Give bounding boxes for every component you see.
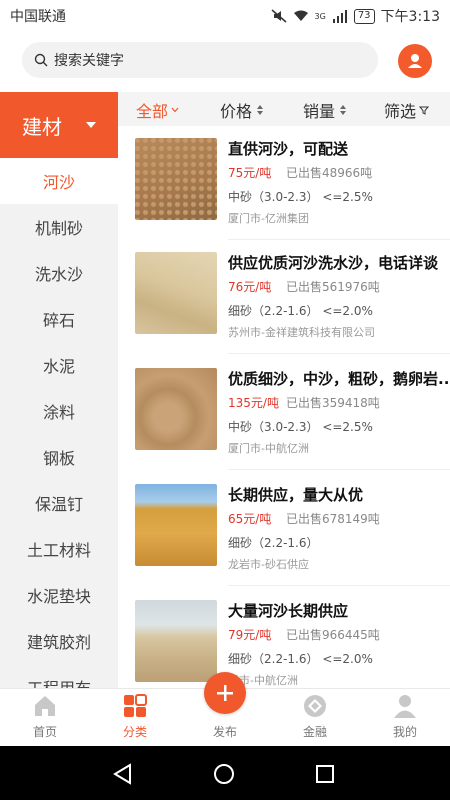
network-type-label: 3G	[314, 11, 326, 21]
product-price: 65元/吨	[228, 512, 272, 526]
product-spec: 中砂（3.0-2.3） <=2.5%	[228, 420, 373, 434]
search-placeholder: 搜索关键字	[54, 53, 124, 69]
tab-home-label: 首页	[32, 725, 57, 739]
divider	[228, 353, 450, 354]
product-sold-count: 已出售561976吨	[286, 280, 380, 294]
product-card[interactable]: 大量河沙长期供应 79元/吨 已出售966445吨 细砂（2.2-1.6） <=…	[118, 588, 450, 688]
category-group-label: 建材	[22, 114, 62, 139]
sidebar-item-engineering-cloth[interactable]: 工程用布	[0, 664, 118, 688]
product-thumbnail	[135, 138, 217, 220]
tab-mine-label: 我的	[392, 725, 417, 739]
category-sidebar: 建材 河沙 机制砂 洗水沙 碎石 水泥 涂料 钢板 保温钉 土工材料 水泥垫块 …	[0, 92, 118, 688]
product-card[interactable]: 优质细沙，中沙，粗砂，鹅卵岩... 135元/吨 已出售359418吨 中砂（3…	[118, 356, 450, 470]
product-spec: 细砂（2.2-1.6） <=2.0%	[228, 304, 373, 318]
back-icon[interactable]	[112, 763, 134, 785]
tab-home[interactable]: 首页	[0, 693, 90, 745]
category-group-dropdown[interactable]: 建材	[0, 92, 118, 158]
user-avatar-button[interactable]	[398, 44, 432, 78]
product-spec: 细砂（2.2-1.6） <=2.0%	[228, 652, 373, 666]
product-thumbnail	[135, 600, 217, 682]
sidebar-item-insulation-nail[interactable]: 保温钉	[0, 480, 118, 526]
filter-sales[interactable]: 销量	[303, 98, 347, 122]
filter-price-label: 价格	[220, 102, 253, 121]
tab-finance-label: 金融	[302, 725, 327, 739]
wifi-icon	[293, 10, 308, 21]
product-sold-count: 已出售678149吨	[286, 512, 380, 526]
clock: 下午3:13	[380, 9, 440, 25]
sidebar-item-geo-material[interactable]: 土工材料	[0, 526, 118, 572]
sidebar-item-steel-plate[interactable]: 钢板	[0, 434, 118, 480]
product-thumbnail	[135, 368, 217, 450]
sidebar-item-cement-spacer[interactable]: 水泥垫块	[0, 572, 118, 618]
diamond-icon	[304, 695, 326, 717]
product-list: 直供河沙，可配送 75元/吨 已出售48966吨 中砂（3.0-2.3） <=2…	[118, 126, 450, 688]
tab-mine[interactable]: 我的	[360, 693, 450, 745]
product-seller: 龙岩市-砂石供应	[228, 558, 309, 571]
product-title: 大量河沙长期供应	[228, 602, 349, 620]
product-card[interactable]: 供应优质河沙洗水沙，电话详谈 76元/吨 已出售561976吨 细砂（2.2-1…	[118, 240, 450, 354]
filter-screen[interactable]: 筛选	[384, 98, 430, 122]
chevron-down-icon	[171, 107, 179, 113]
product-title: 直供河沙，可配送	[228, 140, 349, 158]
product-price: 75元/吨	[228, 166, 272, 180]
product-seller: 厦门市-亿洲集团	[228, 212, 309, 225]
search-icon	[34, 53, 48, 67]
sort-icon	[340, 105, 347, 115]
home-icon	[35, 696, 55, 716]
filter-sales-label: 销量	[303, 102, 336, 121]
recents-icon[interactable]	[314, 763, 336, 785]
product-sold-count: 已出售966445吨	[286, 628, 380, 642]
sort-icon	[257, 105, 264, 115]
product-title: 长期供应，量大从优	[228, 486, 364, 504]
carrier-name: 中国联通	[10, 9, 66, 25]
publish-fab-button[interactable]	[204, 672, 246, 714]
search-input[interactable]: 搜索关键字	[22, 42, 378, 78]
plus-icon	[217, 685, 233, 701]
system-navigation-bar	[0, 746, 450, 800]
product-title: 供应优质河沙洗水沙，电话详谈	[228, 254, 439, 272]
divider	[228, 469, 450, 470]
filter-screen-label: 筛选	[384, 102, 417, 121]
tab-publish-label: 发布	[212, 725, 237, 739]
sidebar-item-adhesive[interactable]: 建筑胶剂	[0, 618, 118, 664]
product-sold-count: 已出售48966吨	[286, 166, 373, 180]
product-title: 优质细沙，中沙，粗砂，鹅卵岩...	[228, 370, 448, 388]
product-seller: 苏州市-金祥建筑科技有限公司	[228, 326, 375, 339]
chevron-down-icon	[86, 122, 96, 128]
mute-icon	[271, 9, 287, 23]
user-icon	[408, 54, 422, 68]
tab-finance[interactable]: 金融	[270, 693, 360, 745]
product-card[interactable]: 长期供应，量大从优 65元/吨 已出售678149吨 细砂（2.2-1.6） 龙…	[118, 472, 450, 586]
product-card[interactable]: 直供河沙，可配送 75元/吨 已出售48966吨 中砂（3.0-2.3） <=2…	[118, 126, 450, 240]
home-circle-icon[interactable]	[213, 763, 235, 785]
filter-price[interactable]: 价格	[220, 98, 264, 122]
funnel-icon	[419, 106, 430, 115]
product-price: 76元/吨	[228, 280, 272, 294]
sidebar-item-paint[interactable]: 涂料	[0, 388, 118, 434]
sidebar-item-river-sand[interactable]: 河沙	[0, 158, 118, 204]
product-price: 135元/吨	[228, 396, 279, 410]
sidebar-item-machine-sand[interactable]: 机制砂	[0, 204, 118, 250]
filter-all-label: 全部	[136, 102, 169, 121]
battery-icon: 73	[353, 8, 375, 24]
product-thumbnail	[135, 484, 217, 566]
product-spec: 中砂（3.0-2.3） <=2.5%	[228, 190, 373, 204]
tab-category[interactable]: 分类	[90, 693, 180, 745]
tab-category-label: 分类	[122, 725, 147, 739]
filter-all[interactable]: 全部	[136, 98, 179, 122]
product-spec: 细砂（2.2-1.6）	[228, 536, 319, 550]
sidebar-item-gravel[interactable]: 碎石	[0, 296, 118, 342]
product-thumbnail	[135, 252, 217, 334]
grid-icon	[124, 694, 147, 717]
product-seller: 厦门市-中航亿洲	[228, 442, 309, 455]
product-sold-count: 已出售359418吨	[286, 396, 380, 410]
product-price: 79元/吨	[228, 628, 272, 642]
filter-bar: 全部 价格 销量 筛选	[118, 92, 450, 126]
sidebar-item-washed-sand[interactable]: 洗水沙	[0, 250, 118, 296]
sidebar-item-cement[interactable]: 水泥	[0, 342, 118, 388]
signal-icon	[332, 10, 347, 23]
person-icon	[394, 695, 416, 718]
divider	[228, 585, 450, 586]
status-bar: 中国联通 3G 73 下午3:13	[0, 0, 450, 32]
